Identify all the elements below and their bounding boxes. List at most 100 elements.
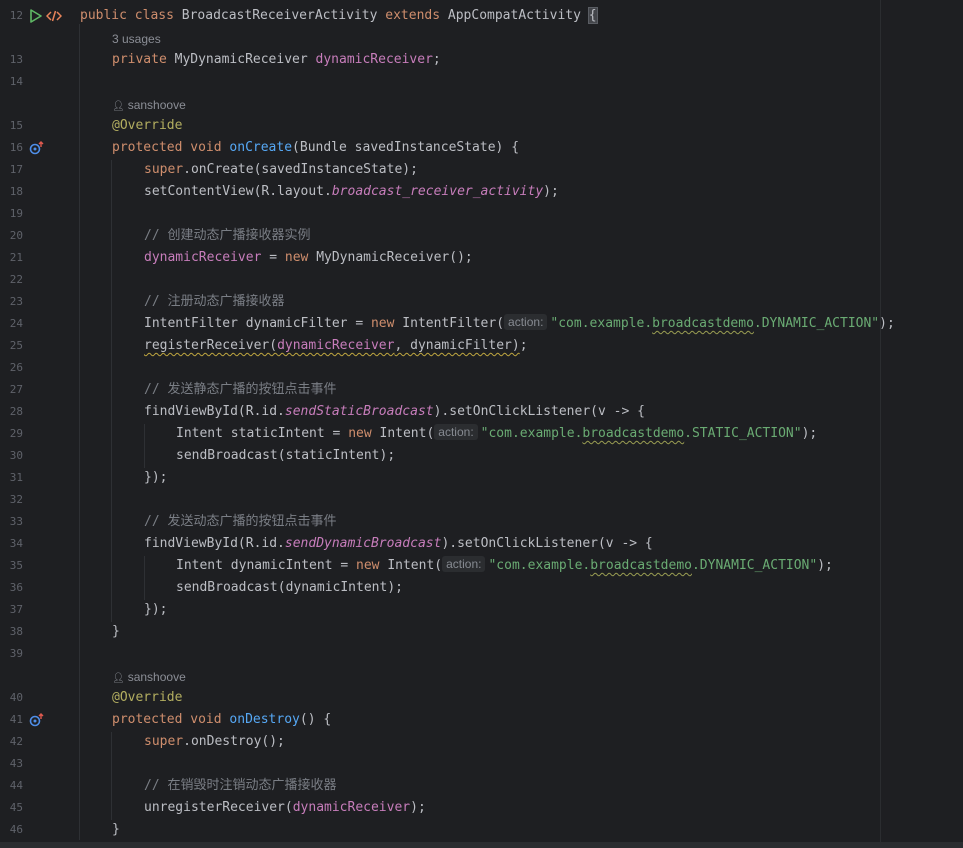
code-line-20[interactable]: 20 // 创建动态广播接收器实例 xyxy=(0,225,963,247)
line-number: 34 xyxy=(9,537,23,550)
line-number: 27 xyxy=(9,383,23,396)
horizontal-scrollbar[interactable] xyxy=(0,842,963,848)
line-number: 32 xyxy=(9,493,23,506)
line-number: 44 xyxy=(9,779,23,792)
code-line-13[interactable]: 13 private MyDynamicReceiver dynamicRece… xyxy=(0,49,963,71)
line-number: 40 xyxy=(9,691,23,704)
code-line-37[interactable]: 37 }); xyxy=(0,599,963,621)
line-number: 39 xyxy=(9,647,23,660)
code-line-28[interactable]: 28 findViewById(R.id.sendStaticBroadcast… xyxy=(0,401,963,423)
warning-underline: registerReceiver(dynamicReceiver, dynami… xyxy=(144,338,520,353)
code-line-17[interactable]: 17 super.onCreate(savedInstanceState); xyxy=(0,159,963,181)
code-line-33[interactable]: 33 // 发送动态广播的按钮点击事件 xyxy=(0,511,963,533)
code-text: }); xyxy=(144,470,168,485)
line-number: 28 xyxy=(9,405,23,418)
code-comment: // 注册动态广播接收器 xyxy=(144,294,285,309)
line-number: 20 xyxy=(9,229,23,242)
code-line-46[interactable]: 46 } xyxy=(0,819,963,841)
html-tag-icon[interactable] xyxy=(46,9,62,23)
code-line-26[interactable]: 26 xyxy=(0,357,963,379)
line-number: 37 xyxy=(9,603,23,616)
code-text: protected void onDestroy() { xyxy=(112,712,332,727)
code-text: } xyxy=(112,624,120,639)
code-line-34[interactable]: 34 findViewById(R.id.sendDynamicBroadcas… xyxy=(0,533,963,555)
usages-hint-row: 3 usages xyxy=(0,28,963,50)
line-number: 30 xyxy=(9,449,23,462)
line-number: 42 xyxy=(9,735,23,748)
person-icon: 👤︎ xyxy=(112,101,125,112)
code-line-24[interactable]: 24 IntentFilter dynamicFilter = new Inte… xyxy=(0,313,963,335)
code-editor[interactable]: 12 public class BroadcastReceiverActivit… xyxy=(0,0,963,848)
code-line-42[interactable]: 42 super.onDestroy(); xyxy=(0,731,963,753)
run-icon[interactable] xyxy=(29,9,42,23)
code-line-16[interactable]: 16 protected void onCreate(Bundle savedI… xyxy=(0,137,963,159)
code-line-44[interactable]: 44 // 在销毁时注销动态广播接收器 xyxy=(0,775,963,797)
code-text: }); xyxy=(144,602,168,617)
code-line-29[interactable]: 29 Intent staticIntent = new Intent(acti… xyxy=(0,423,963,445)
line-number: 45 xyxy=(9,801,23,814)
line-number: 36 xyxy=(9,581,23,594)
code-line-14[interactable]: 14 xyxy=(0,71,963,93)
code-text: } xyxy=(112,822,120,837)
code-comment: // 发送动态广播的按钮点击事件 xyxy=(144,514,337,529)
code-text: @Override xyxy=(112,690,183,705)
code-text: sendBroadcast(dynamicIntent); xyxy=(176,580,403,595)
code-line-25[interactable]: 25 registerReceiver(dynamicReceiver, dyn… xyxy=(0,335,963,357)
code-line-27[interactable]: 27 // 发送静态广播的按钮点击事件 xyxy=(0,379,963,401)
line-number: 12 xyxy=(9,9,23,22)
code-line-41[interactable]: 41 protected void onDestroy() { xyxy=(0,709,963,731)
code-text: setContentView(R.layout.broadcast_receiv… xyxy=(144,184,559,199)
code-line-43[interactable]: 43 xyxy=(0,753,963,775)
line-number: 15 xyxy=(9,119,23,132)
code-line-22[interactable]: 22 xyxy=(0,269,963,291)
line-number: 46 xyxy=(9,823,23,836)
code-line-32[interactable]: 32 xyxy=(0,489,963,511)
line-number: 17 xyxy=(9,163,23,176)
line-number: 29 xyxy=(9,427,23,440)
code-comment: // 创建动态广播接收器实例 xyxy=(144,228,311,243)
code-line-23[interactable]: 23 // 注册动态广播接收器 xyxy=(0,291,963,313)
code-text: private MyDynamicReceiver dynamicReceive… xyxy=(112,52,441,67)
code-line-40[interactable]: 40 @Override xyxy=(0,687,963,709)
code-text: unregisterReceiver(dynamicReceiver); xyxy=(144,800,426,815)
code-line-18[interactable]: 18 setContentView(R.layout.broadcast_rec… xyxy=(0,181,963,203)
line-number: 24 xyxy=(9,317,23,330)
parameter-hint: action: xyxy=(504,314,548,330)
parameter-hint: action: xyxy=(442,556,486,572)
person-icon: 👤︎ xyxy=(112,673,125,684)
override-up-arrow-icon[interactable] xyxy=(29,713,45,727)
code-line-45[interactable]: 45 unregisterReceiver(dynamicReceiver); xyxy=(0,797,963,819)
code-comment: // 在销毁时注销动态广播接收器 xyxy=(144,778,337,793)
code-text: super.onCreate(savedInstanceState); xyxy=(144,162,418,177)
code-text: findViewById(R.id.sendStaticBroadcast).s… xyxy=(144,404,645,419)
parameter-hint: action: xyxy=(434,424,478,440)
line-number: 16 xyxy=(9,141,23,154)
code-line-38[interactable]: 38 } xyxy=(0,621,963,643)
author-hint-row: 👤︎ sanshoove xyxy=(0,666,963,688)
line-number: 23 xyxy=(9,295,23,308)
code-line-12[interactable]: 12 public class BroadcastReceiverActivit… xyxy=(0,5,963,27)
line-number: 25 xyxy=(9,339,23,352)
code-line-21[interactable]: 21 dynamicReceiver = new MyDynamicReceiv… xyxy=(0,247,963,269)
code-text: sendBroadcast(staticIntent); xyxy=(176,448,396,463)
code-line-15[interactable]: 15 @Override xyxy=(0,115,963,137)
code-line-31[interactable]: 31 }); xyxy=(0,467,963,489)
line-number: 13 xyxy=(9,53,23,66)
code-text: dynamicReceiver = new MyDynamicReceiver(… xyxy=(144,250,473,265)
code-line-36[interactable]: 36 sendBroadcast(dynamicIntent); xyxy=(0,577,963,599)
line-number: 18 xyxy=(9,185,23,198)
typo-underline: broadcastdemo xyxy=(652,316,754,331)
line-number: 31 xyxy=(9,471,23,484)
code-text: protected void onCreate(Bundle savedInst… xyxy=(112,140,520,155)
code-line-30[interactable]: 30 sendBroadcast(staticIntent); xyxy=(0,445,963,467)
code-line-35[interactable]: 35 Intent dynamicIntent = new Intent(act… xyxy=(0,555,963,577)
code-line-19[interactable]: 19 xyxy=(0,203,963,225)
usages-hint[interactable]: 3 usages xyxy=(112,28,161,50)
author-hint-row: 👤︎ sanshoove xyxy=(0,94,963,116)
line-number: 33 xyxy=(9,515,23,528)
override-up-arrow-icon[interactable] xyxy=(29,141,45,155)
code-line-39[interactable]: 39 xyxy=(0,643,963,665)
line-number: 43 xyxy=(9,757,23,770)
code-text: findViewById(R.id.sendDynamicBroadcast).… xyxy=(144,536,653,551)
line-number: 41 xyxy=(9,713,23,726)
